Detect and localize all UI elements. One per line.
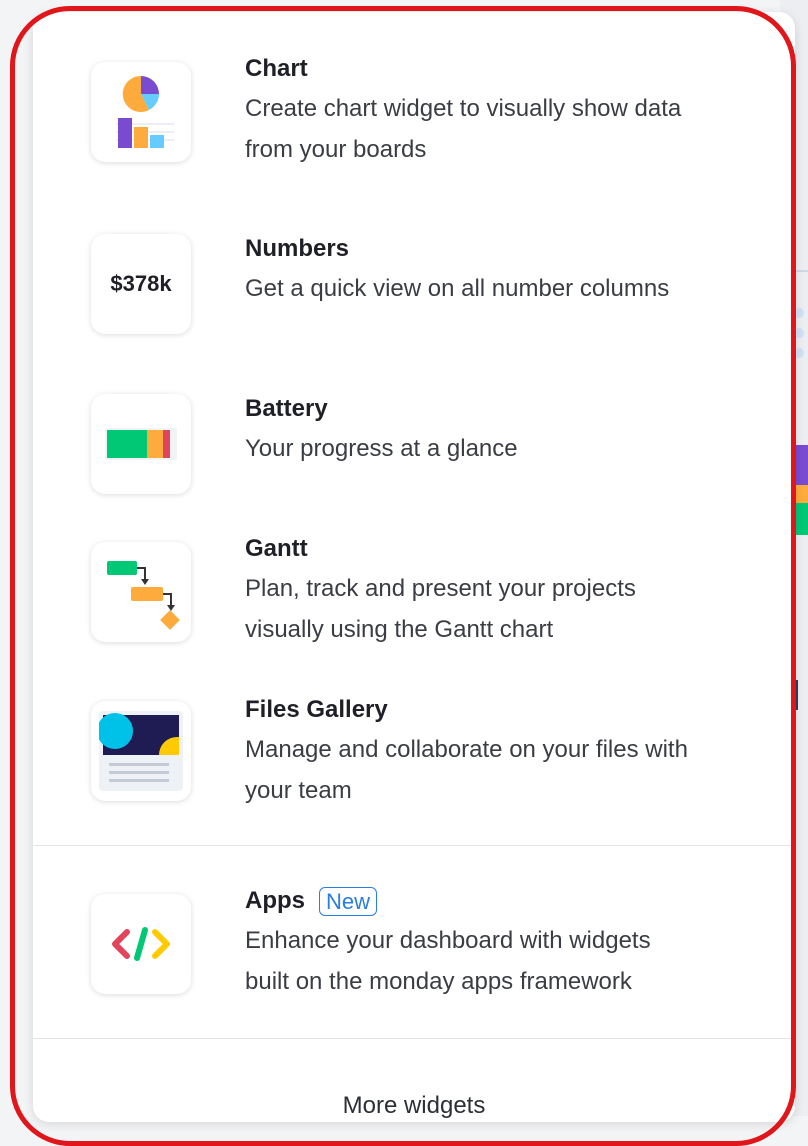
widget-title: Battery (245, 395, 328, 422)
widget-description: Enhance your dashboard with widgets buil… (245, 920, 785, 1002)
widget-description-line: Get a quick view on all number columns (245, 275, 670, 302)
widget-picker-panel: Chart Create chart widget to visually sh… (33, 12, 795, 1122)
gantt-icon-box (91, 542, 191, 642)
widget-item-numbers[interactable]: $378k Numbers Get a quick view on all nu… (33, 234, 795, 334)
background-line (795, 680, 798, 710)
widget-item-apps[interactable]: Apps New Enhance your dashboard with wid… (33, 886, 795, 1016)
widget-description: Get a quick view on all number columns (245, 268, 785, 309)
widget-description: Your progress at a glance (245, 428, 785, 469)
battery-icon (105, 428, 177, 460)
widget-description: Create chart widget to visually show dat… (245, 88, 785, 170)
widget-description-line: Manage and collaborate on your files wit… (245, 736, 688, 763)
files-gallery-icon (99, 711, 183, 791)
section-divider (33, 1038, 795, 1039)
widget-description-line: Enhance your dashboard with widgets (245, 927, 651, 954)
widget-description: Manage and collaborate on your files wit… (245, 729, 785, 811)
widget-item-chart[interactable]: Chart Create chart widget to visually sh… (33, 54, 795, 194)
widget-description-line: built on the monday apps framework (245, 968, 632, 995)
widget-description-line: your team (245, 777, 352, 804)
widget-description-line: Plan, track and present your projects (245, 575, 636, 602)
widget-title: Gantt (245, 535, 308, 562)
background-line (795, 270, 808, 272)
numbers-icon-box: $378k (91, 234, 191, 334)
background-bar (796, 445, 808, 485)
chart-icon (116, 75, 174, 148)
new-badge: New (319, 886, 378, 916)
battery-icon-box (91, 394, 191, 494)
widget-item-files-gallery[interactable]: Files Gallery Manage and collaborate on … (33, 695, 795, 825)
files-gallery-icon-box (91, 701, 191, 801)
background-dot (794, 348, 804, 358)
widget-title: Chart (245, 55, 308, 82)
background-dot (794, 308, 804, 318)
widget-description-line: from your boards (245, 136, 427, 163)
widget-description-line: Create chart widget to visually show dat… (245, 95, 682, 122)
widget-title: Files Gallery (245, 696, 388, 723)
widget-description-line: visually using the Gantt chart (245, 616, 554, 643)
widget-title-row: Apps New (245, 886, 785, 916)
widget-description: Plan, track and present your projects vi… (245, 568, 785, 650)
apps-code-icon (112, 927, 170, 961)
numbers-icon: $378k (110, 271, 172, 296)
background-dot (794, 328, 804, 338)
apps-icon-box (91, 894, 191, 994)
widget-item-gantt[interactable]: Gantt Plan, track and present your proje… (33, 534, 795, 674)
background-bar (796, 503, 808, 535)
widget-description-line: Your progress at a glance (245, 435, 518, 462)
widget-title: Apps (245, 887, 305, 914)
section-divider (33, 845, 795, 846)
widget-title: Numbers (245, 235, 350, 262)
background-bar (796, 485, 808, 503)
widget-item-battery[interactable]: Battery Your progress at a glance (33, 394, 795, 494)
chart-icon-box (91, 62, 191, 162)
gantt-icon (107, 561, 180, 630)
